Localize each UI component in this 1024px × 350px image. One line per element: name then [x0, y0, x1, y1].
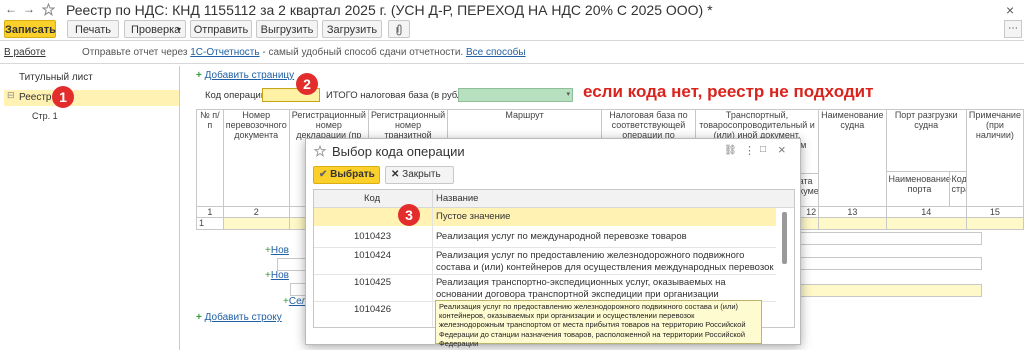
new-link-2[interactable]: +Нов [265, 270, 289, 281]
plus-icon: + [196, 70, 202, 81]
sidebar-item-registry[interactable]: ⊟ Реестр [4, 90, 179, 106]
nested-field[interactable] [799, 232, 982, 245]
save-button[interactable]: Записать [4, 20, 56, 38]
check-button[interactable]: Проверка ▾ [124, 20, 186, 38]
num-cell: 1 [196, 206, 224, 218]
th-transport-doc: Номер перевозочного документа [222, 109, 290, 207]
item-code: 1010424 [354, 250, 391, 261]
total-base-field[interactable]: ▾ [458, 88, 573, 102]
more-icon[interactable]: ⋮ [744, 144, 755, 157]
new-link-1[interactable]: +Нов [265, 245, 289, 256]
num-cell: 13 [818, 206, 887, 218]
nested-field[interactable] [799, 257, 982, 270]
close-x-icon: ✕ [391, 169, 400, 180]
row-num: 1 [196, 217, 224, 230]
more-menu-icon[interactable]: ⋯ [1004, 20, 1022, 38]
add-row-link[interactable]: + Добавить строку [196, 312, 282, 323]
info-prefix: Отправьте отчет через [82, 47, 188, 58]
add-page-link[interactable]: + Добавить страницу [196, 70, 294, 81]
sidebar-item-registry-label: Реестр [19, 92, 52, 103]
tooltip: Реализация услуг по предоставлению желез… [435, 300, 762, 348]
dropdown-icon[interactable]: ▾ [566, 90, 570, 98]
annotation-badge-2: 2 [296, 73, 318, 95]
attach-icon[interactable] [388, 20, 410, 38]
new-link-2-label: Нов [270, 270, 289, 281]
select-button-label: Выбрать [330, 169, 375, 180]
info-link-1c[interactable]: 1С-Отчетность [190, 47, 259, 58]
sections-panel: Титульный лист ⊟ Реестр Стр. 1 [0, 66, 180, 350]
check-icon: ✔ [319, 169, 328, 180]
num-cell: 2 [222, 206, 290, 218]
item-code: 1010425 [354, 277, 391, 288]
list-item[interactable]: Пустое значение [314, 208, 776, 226]
th-num: № п/п [196, 109, 224, 207]
window-title: Реестр по НДС: КНД 1155112 за 2 квартал … [66, 2, 713, 18]
item-name: Пустое значение [436, 211, 511, 222]
info-line: Отправьте отчет через 1С-Отчетность - са… [82, 47, 526, 58]
sel-link[interactable]: +Сел [283, 296, 307, 307]
divider [432, 208, 433, 327]
load-button[interactable]: Загрузить [322, 20, 382, 38]
list-item[interactable]: 1010425 Реализация транспортно-экспедици… [314, 275, 776, 312]
num-cell: 15 [965, 206, 1024, 218]
divider [0, 40, 1024, 41]
nested-field[interactable] [799, 284, 982, 297]
dropdown-arrow-icon: ▾ [176, 25, 181, 34]
scrollbar-thumb[interactable] [782, 212, 787, 264]
select-button[interactable]: ✔ Выбрать [313, 166, 380, 184]
annotation-badge-3: 3 [398, 204, 420, 226]
status-in-work[interactable]: В работе [4, 47, 46, 58]
check-button-label: Проверка [131, 24, 181, 36]
favorite-star-icon[interactable] [313, 144, 327, 160]
link-icon[interactable]: ⛓ [724, 145, 737, 156]
sidebar-item-title-page[interactable]: Титульный лист [19, 72, 93, 83]
list-item[interactable]: 1010424 Реализация услуг по предоставлен… [314, 248, 776, 275]
info-link-ways[interactable]: Все способы [466, 47, 526, 58]
title-bar: ← → Реестр по НДС: КНД 1155112 за 2 квар… [0, 0, 1024, 18]
op-code-label: Код операции: [205, 90, 269, 101]
dialog-title: Выбор кода операции [332, 144, 465, 159]
th-port-text: Порт разгрузки судна [894, 110, 958, 131]
annotation-badge-1: 1 [52, 86, 74, 108]
close-button[interactable]: ✕ Закрыть [385, 166, 454, 184]
divider [0, 63, 1024, 64]
print-button[interactable]: Печать [67, 20, 119, 38]
maximize-icon[interactable]: □ [760, 144, 766, 155]
forward-arrow-icon[interactable]: → [22, 2, 36, 16]
divider [432, 190, 433, 207]
th-port-name: Наименование порта [887, 171, 953, 206]
item-code: 1010423 [354, 231, 391, 242]
back-arrow-icon[interactable]: ← [4, 2, 18, 16]
add-page-label: Добавить страницу [204, 70, 295, 81]
col-name-header[interactable]: Название [436, 193, 478, 205]
add-row-label: Добавить строку [204, 312, 282, 323]
close-icon[interactable]: × [1006, 2, 1014, 18]
annotation-text: если кода нет, реестр не подходит [583, 82, 874, 101]
item-name: Реализация услуг по международной перево… [436, 231, 687, 242]
new-link-1-label: Нов [270, 245, 289, 256]
info-mid: - самый удобный способ сдачи отчетности. [262, 47, 464, 58]
plus-icon: + [196, 312, 202, 323]
th-country-code: Код страны [948, 171, 966, 206]
sidebar-item-page-1[interactable]: Стр. 1 [32, 111, 58, 121]
send-button[interactable]: Отправить [190, 20, 252, 38]
collapse-icon[interactable]: ⊟ [7, 90, 15, 101]
upload-button[interactable]: Выгрузить [256, 20, 318, 38]
total-base-label: ИТОГО налоговая база (в рублях): [326, 90, 479, 101]
th-note: Примечание (при наличии) [965, 109, 1024, 207]
num-cell: 14 [885, 206, 967, 218]
list-item[interactable]: 1010423 Реализация услуг по международно… [314, 227, 776, 248]
list-header: Код Название [314, 190, 794, 208]
col-code-header[interactable]: Код [364, 193, 380, 205]
th-vessel: Наименование судна [818, 109, 887, 207]
table-cell[interactable] [222, 217, 290, 230]
close-icon[interactable]: × [778, 142, 786, 157]
favorite-star-icon[interactable] [41, 2, 56, 19]
item-code: 1010426 [354, 304, 391, 315]
item-name: Реализация услуг по предоставлению желез… [436, 250, 774, 273]
close-button-label: Закрыть [402, 169, 441, 180]
th-port: Порт разгрузки судна Наименование порта … [885, 109, 967, 207]
